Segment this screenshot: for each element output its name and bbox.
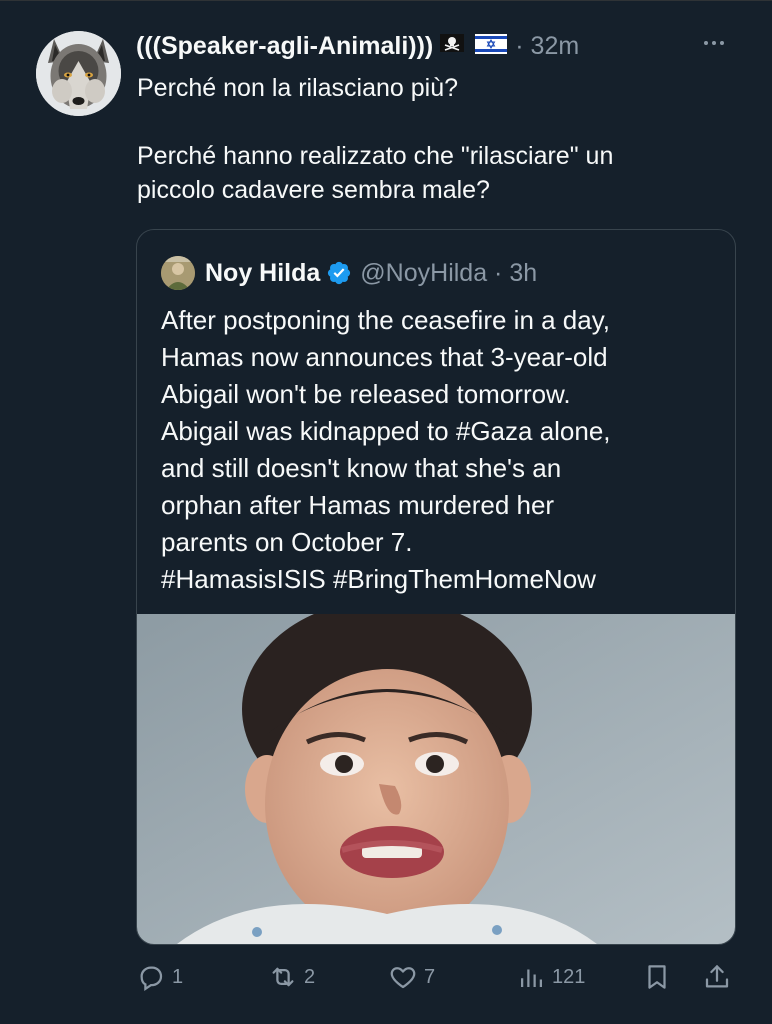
- views-count: 121: [552, 965, 586, 988]
- views-icon: [516, 962, 546, 992]
- more-icon[interactable]: [696, 31, 732, 55]
- tweet-actions: 1 2 7 121: [136, 959, 736, 995]
- quoted-author-display-name[interactable]: Noy Hilda: [205, 259, 320, 288]
- reply-button[interactable]: 1: [136, 959, 183, 995]
- quoted-text-line: Hamas now announces that 3-year-old: [161, 342, 608, 372]
- tweet-text: Perché non la rilasciano più? Perché han…: [137, 71, 737, 207]
- reply-icon: [136, 962, 166, 992]
- quoted-author-avatar[interactable]: [161, 256, 195, 290]
- bookmark-button[interactable]: [642, 959, 672, 995]
- tweet-header: (((Speaker-agli-Animali))) · 32m: [136, 29, 579, 63]
- quoted-tweet-image[interactable]: [137, 614, 735, 944]
- quoted-tweet-header: Noy Hilda @NoyHilda · 3h: [161, 256, 537, 290]
- quoted-text-line: and still doesn't know that she's an: [161, 453, 562, 483]
- tweet-text-line: Perché hanno realizzato che "rilasciare"…: [137, 142, 614, 170]
- quoted-text-line: #HamasisISIS #BringThemHomeNow: [161, 564, 596, 594]
- tweet-timestamp[interactable]: · 32m: [515, 32, 579, 61]
- retweet-count: 2: [304, 965, 316, 988]
- bookmark-icon: [642, 962, 672, 992]
- retweet-icon: [268, 962, 298, 992]
- israel-flag-icon: [475, 33, 508, 60]
- tweet-text-line: [137, 105, 737, 139]
- quoted-author-handle-time[interactable]: @NoyHilda · 3h: [360, 259, 537, 288]
- author-display-name[interactable]: (((Speaker-agli-Animali))): [136, 32, 433, 61]
- quoted-text-line: Abigail won't be released tomorrow.: [161, 379, 571, 409]
- tweet[interactable]: (((Speaker-agli-Animali))) · 32m Perché …: [0, 0, 772, 1024]
- quoted-text-line: Abigail was kidnapped to #Gaza alone,: [161, 416, 611, 446]
- verified-badge-icon: [326, 260, 352, 286]
- reply-count: 1: [172, 965, 184, 988]
- quoted-tweet-text: After postponing the ceasefire in a day,…: [161, 302, 721, 598]
- retweet-button[interactable]: 2: [268, 959, 315, 995]
- quoted-text-line: After postponing the ceasefire in a day,: [161, 305, 611, 335]
- tweet-text-line: piccolo cadavere sembra male?: [137, 176, 490, 204]
- tweet-text-line: Perché non la rilasciano più?: [137, 74, 459, 102]
- quoted-text-line: parents on October 7.: [161, 527, 413, 557]
- like-icon: [388, 962, 418, 992]
- quoted-tweet[interactable]: Noy Hilda @NoyHilda · 3h After postponin…: [136, 229, 736, 945]
- views-button[interactable]: 121: [516, 959, 585, 995]
- like-button[interactable]: 7: [388, 959, 435, 995]
- wolf-avatar[interactable]: [36, 31, 121, 116]
- share-button[interactable]: [702, 959, 732, 995]
- share-icon: [702, 962, 732, 992]
- quoted-text-line: orphan after Hamas murdered her: [161, 490, 555, 520]
- like-count: 7: [424, 965, 436, 988]
- pirate-flag-icon: [439, 33, 465, 60]
